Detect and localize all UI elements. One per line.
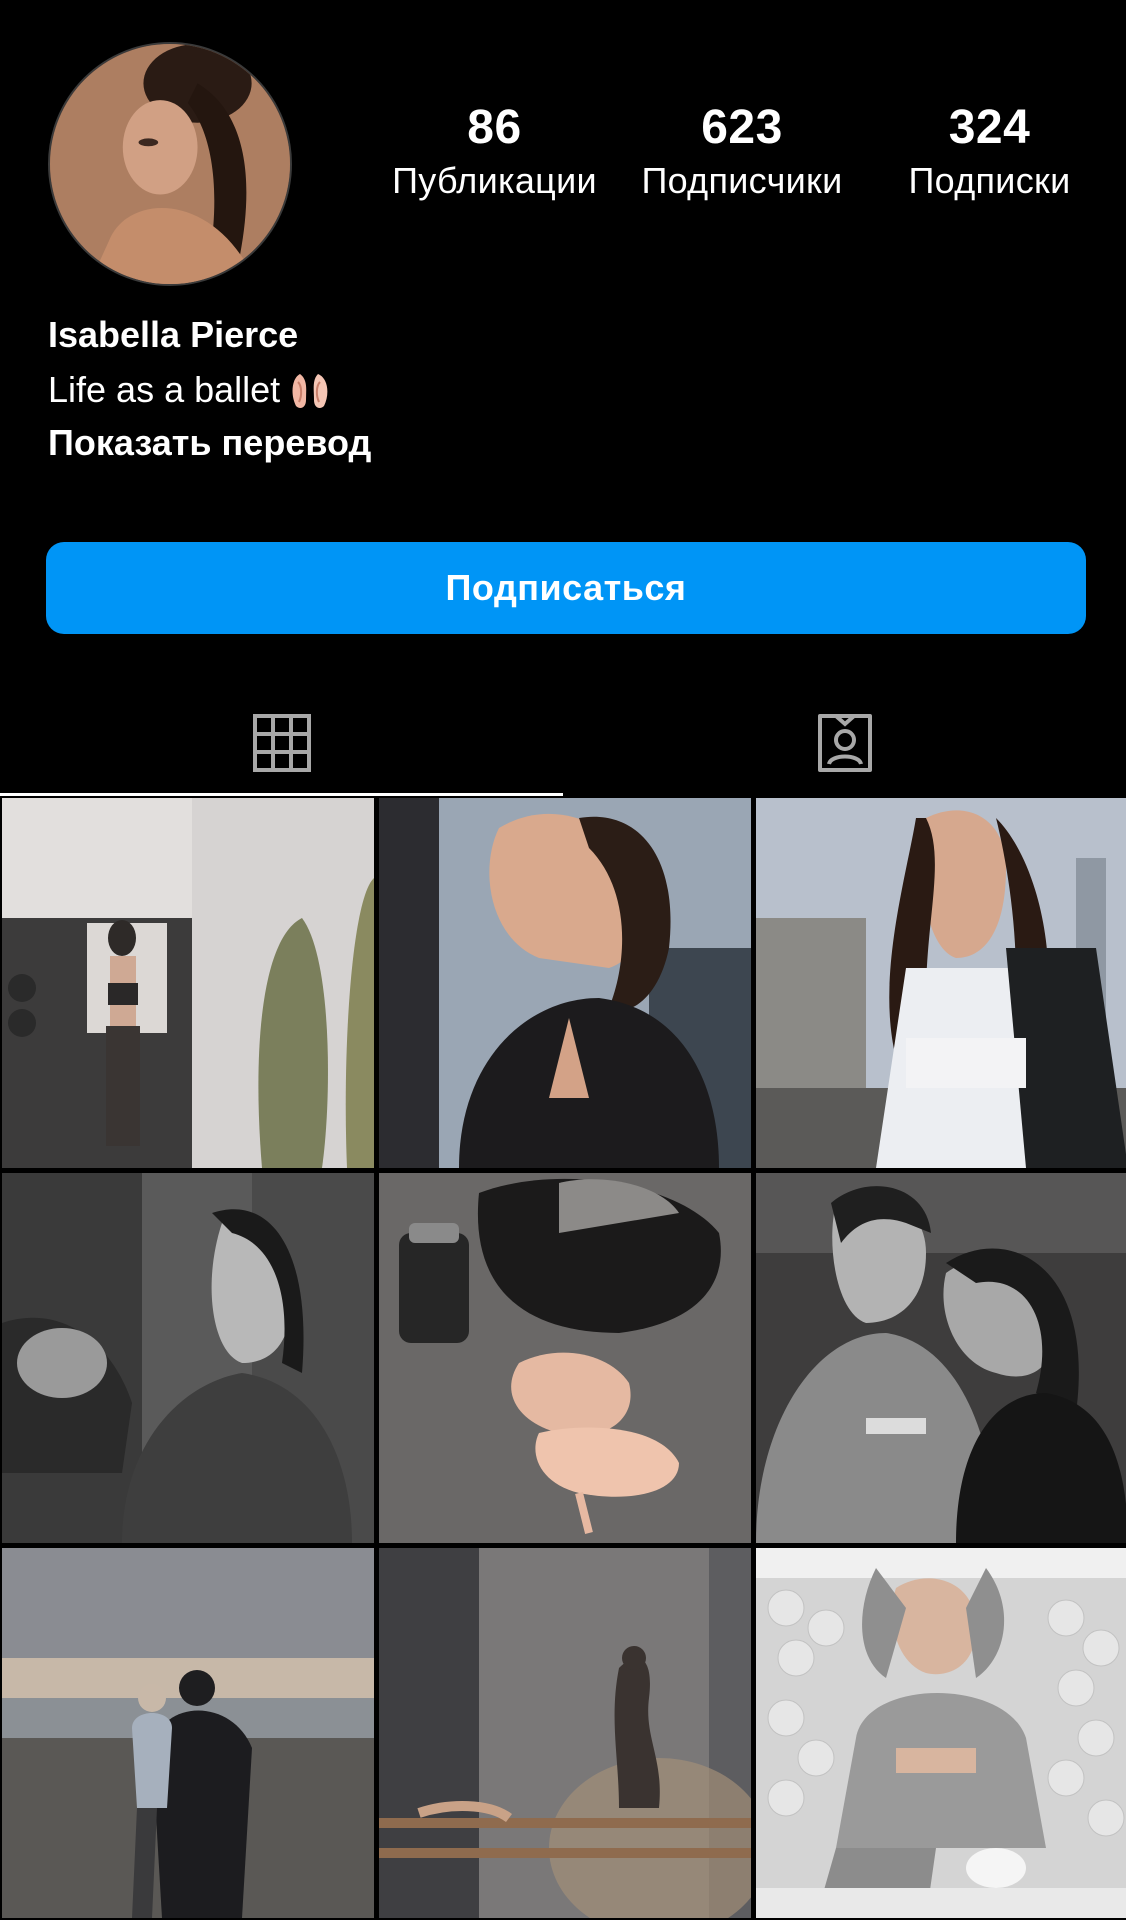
- stat-followers-count: 623: [701, 101, 783, 154]
- grid-icon: [252, 714, 311, 772]
- post-thumbnail-5[interactable]: [379, 1173, 751, 1543]
- beach-photo: [2, 1548, 374, 1918]
- portrait-photo: [379, 798, 751, 1168]
- avatar-photo: [50, 44, 290, 284]
- ballet-bag-photo: [379, 1173, 751, 1543]
- rooftop-photo: [756, 798, 1126, 1168]
- ballet-shoes-icon: [292, 374, 328, 408]
- profile-bio-text: Life as a ballet: [48, 369, 281, 410]
- tab-tagged[interactable]: [563, 690, 1126, 796]
- tagged-icon: [817, 714, 872, 772]
- profile-avatar[interactable]: [48, 42, 292, 286]
- ballet-barre-photo: [379, 1548, 751, 1918]
- stat-followers-label: Подписчики: [641, 160, 843, 201]
- profile-tabs: [0, 690, 1126, 796]
- stat-posts-label: Публикации: [392, 160, 597, 201]
- post-thumbnail-9[interactable]: [756, 1548, 1126, 1918]
- stat-following-label: Подписки: [908, 160, 1071, 201]
- post-thumbnail-1[interactable]: [2, 798, 374, 1168]
- post-thumbnail-7[interactable]: [2, 1548, 374, 1918]
- post-thumbnail-6[interactable]: [756, 1173, 1126, 1543]
- post-thumbnail-8[interactable]: [379, 1548, 751, 1918]
- bw-portrait-photo: [2, 1173, 374, 1543]
- profile-bio: Life as a ballet: [48, 365, 332, 415]
- post-thumbnail-4[interactable]: [2, 1173, 374, 1543]
- stat-followers[interactable]: 623 Подписчики: [620, 100, 865, 206]
- stat-posts[interactable]: 86 Публикации: [372, 100, 617, 206]
- post-thumbnail-3[interactable]: [756, 798, 1126, 1168]
- stat-following[interactable]: 324 Подписки: [867, 100, 1112, 206]
- stat-following-count: 324: [948, 101, 1031, 154]
- profile-stats: 86 Публикации 623 Подписчики 324 Подписк…: [372, 100, 1112, 206]
- stat-posts-count: 86: [467, 101, 522, 154]
- show-translation-link[interactable]: Показать перевод: [48, 418, 371, 468]
- gym-selfie-photo: [2, 798, 374, 1168]
- ball-pit-photo: [756, 1548, 1126, 1918]
- posts-grid: [0, 798, 1126, 1920]
- profile-name: Isabella Pierce: [48, 314, 299, 355]
- follow-button[interactable]: Подписаться: [46, 542, 1086, 634]
- tab-posts-grid[interactable]: [0, 690, 563, 796]
- post-thumbnail-2[interactable]: [379, 798, 751, 1168]
- couple-photo: [756, 1173, 1126, 1543]
